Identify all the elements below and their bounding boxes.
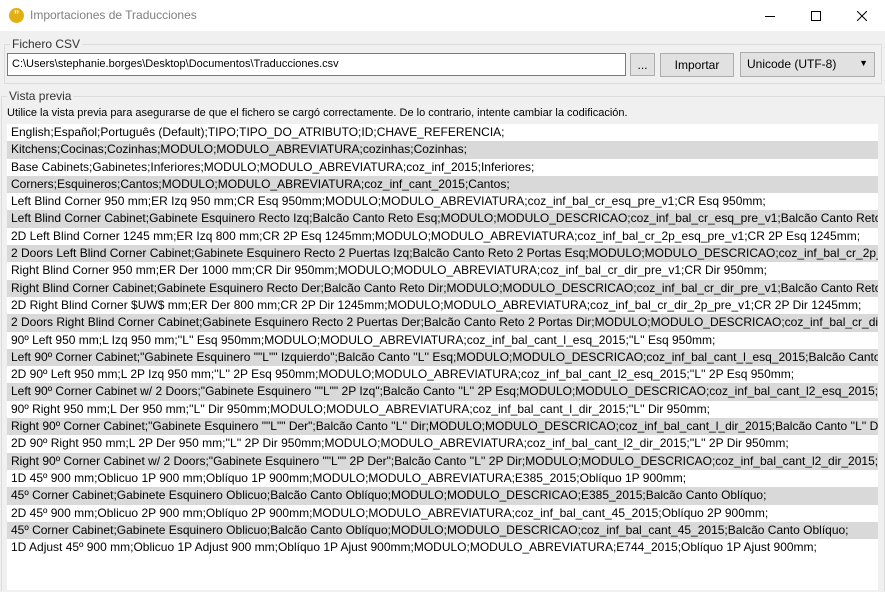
list-item: 1D Adjust 45º 900 mm;Oblicuo 1P Adjust 9… bbox=[11, 540, 817, 555]
title-bar: ” Importaciones de Traducciones bbox=[0, 0, 885, 31]
list-item: 1D 45º 900 mm;Oblicuo 1P 900 mm;Oblíquo … bbox=[11, 470, 687, 485]
list-item: 2D 90º Right 950 mm;L 2P Der 950 mm;''L'… bbox=[11, 436, 789, 451]
list-item: Base Cabinets;Gabinetes;Inferiores;MODUL… bbox=[11, 159, 535, 174]
minimize-icon bbox=[765, 15, 775, 17]
quote-icon: ” bbox=[9, 8, 24, 23]
encoding-select[interactable]: Unicode (UTF-8) ▼ bbox=[740, 52, 875, 77]
list-item: Right Blind Corner Cabinet;Gabinete Esqu… bbox=[7, 279, 878, 297]
import-button[interactable]: Importar bbox=[660, 53, 734, 77]
preview-hint: Utilice la vista previa para asegurarse … bbox=[7, 107, 628, 119]
maximize-icon bbox=[811, 10, 821, 21]
preview-list[interactable]: English;Español;Português (Default);TIPO… bbox=[7, 124, 878, 590]
window-title: Importaciones de Traducciones bbox=[30, 8, 197, 22]
csv-group-label: Fichero CSV bbox=[10, 37, 83, 51]
list-item: 2D 45º 900 mm;Oblicuo 2P 900 mm;Oblíquo … bbox=[11, 505, 769, 520]
browse-button[interactable]: ... bbox=[630, 53, 655, 76]
minimize-button[interactable] bbox=[747, 0, 793, 31]
list-item: Left Blind Corner 950 mm;ER Izq 950 mm;C… bbox=[11, 194, 766, 209]
list-item: 45º Corner Cabinet;Gabinete Esquinero Ob… bbox=[7, 487, 878, 505]
list-item: 2 Doors Right Blind Corner Cabinet;Gabin… bbox=[7, 314, 878, 332]
close-button[interactable] bbox=[839, 0, 885, 31]
list-item: Right 90º Corner Cabinet;"Gabinete Esqui… bbox=[7, 418, 878, 436]
list-item: Left Blind Corner Cabinet;Gabinete Esqui… bbox=[7, 210, 878, 228]
list-item: 90º Right 950 mm;L Der 950 mm;''L'' Dir … bbox=[11, 401, 710, 416]
list-item: Kitchens;Cocinas;Cozinhas;MODULO;MODULO_… bbox=[7, 141, 878, 159]
close-icon bbox=[857, 10, 867, 21]
list-item: English;Español;Português (Default);TIPO… bbox=[11, 125, 505, 139]
list-item: Corners;Esquineros;Cantos;MODULO;MODULO_… bbox=[7, 175, 878, 194]
list-item: Right Blind Corner 950 mm;ER Der 1000 mm… bbox=[11, 263, 768, 278]
list-item: 2D Left Blind Corner 1245 mm;ER Izq 800 … bbox=[11, 228, 861, 243]
preview-group-label: Vista previa bbox=[7, 89, 74, 103]
encoding-select-value: Unicode (UTF-8) bbox=[747, 57, 837, 71]
list-item: 2D Right Blind Corner $UW$ mm;ER Der 800… bbox=[11, 297, 862, 312]
list-item: 2D 90º Left 950 mm;L 2P Izq 950 mm;''L''… bbox=[11, 367, 795, 382]
csv-path-field[interactable]: C:\Users\stephanie.borges\Desktop\Docume… bbox=[7, 53, 626, 76]
chevron-down-icon: ▼ bbox=[859, 58, 868, 68]
list-item: 90º Left 950 mm;L Izq 950 mm;''L'' Esq 9… bbox=[11, 332, 716, 347]
list-item: 45º Corner Cabinet;Gabinete Esquinero Ob… bbox=[7, 521, 878, 540]
list-item: 2 Doors Left Blind Corner Cabinet;Gabine… bbox=[7, 245, 878, 263]
list-item: Left 90º Corner Cabinet w/ 2 Doors;"Gabi… bbox=[7, 383, 878, 401]
list-item: Right 90º Corner Cabinet w/ 2 Doors;"Gab… bbox=[7, 452, 878, 470]
list-item: Left 90º Corner Cabinet;"Gabinete Esquin… bbox=[7, 348, 878, 367]
maximize-button[interactable] bbox=[793, 0, 839, 31]
